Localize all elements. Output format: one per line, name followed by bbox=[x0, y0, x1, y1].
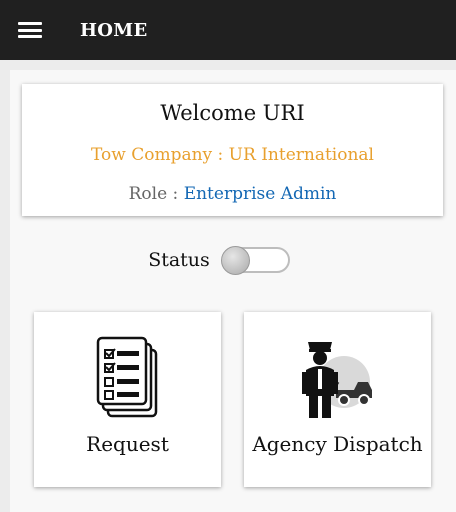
role-line: Role : Enterprise Admin bbox=[22, 184, 443, 204]
status-toggle[interactable] bbox=[220, 246, 290, 275]
request-tile[interactable]: Request bbox=[34, 312, 221, 487]
menu-line bbox=[18, 35, 42, 38]
status-label: Status bbox=[148, 249, 210, 271]
agency-dispatch-label: Agency Dispatch bbox=[252, 432, 423, 456]
welcome-card: Welcome URI Tow Company : UR Internation… bbox=[22, 84, 443, 216]
toggle-knob bbox=[220, 246, 250, 275]
app-bar: HOME bbox=[0, 0, 456, 60]
request-label: Request bbox=[86, 432, 169, 456]
page-title: HOME bbox=[80, 19, 148, 41]
status-row: Status bbox=[0, 244, 456, 276]
agency-dispatch-tile[interactable]: Agency Dispatch bbox=[244, 312, 431, 487]
menu-line bbox=[18, 22, 42, 25]
menu-line bbox=[18, 28, 42, 32]
police-tow-truck-icon bbox=[300, 336, 376, 424]
request-documents-icon bbox=[96, 336, 160, 424]
welcome-text: Welcome URI bbox=[160, 101, 305, 125]
hamburger-menu-icon[interactable] bbox=[18, 20, 42, 40]
role-value: Enterprise Admin bbox=[183, 184, 337, 204]
role-label: Role : bbox=[128, 184, 179, 204]
company-text: Tow Company : UR International bbox=[91, 145, 374, 165]
